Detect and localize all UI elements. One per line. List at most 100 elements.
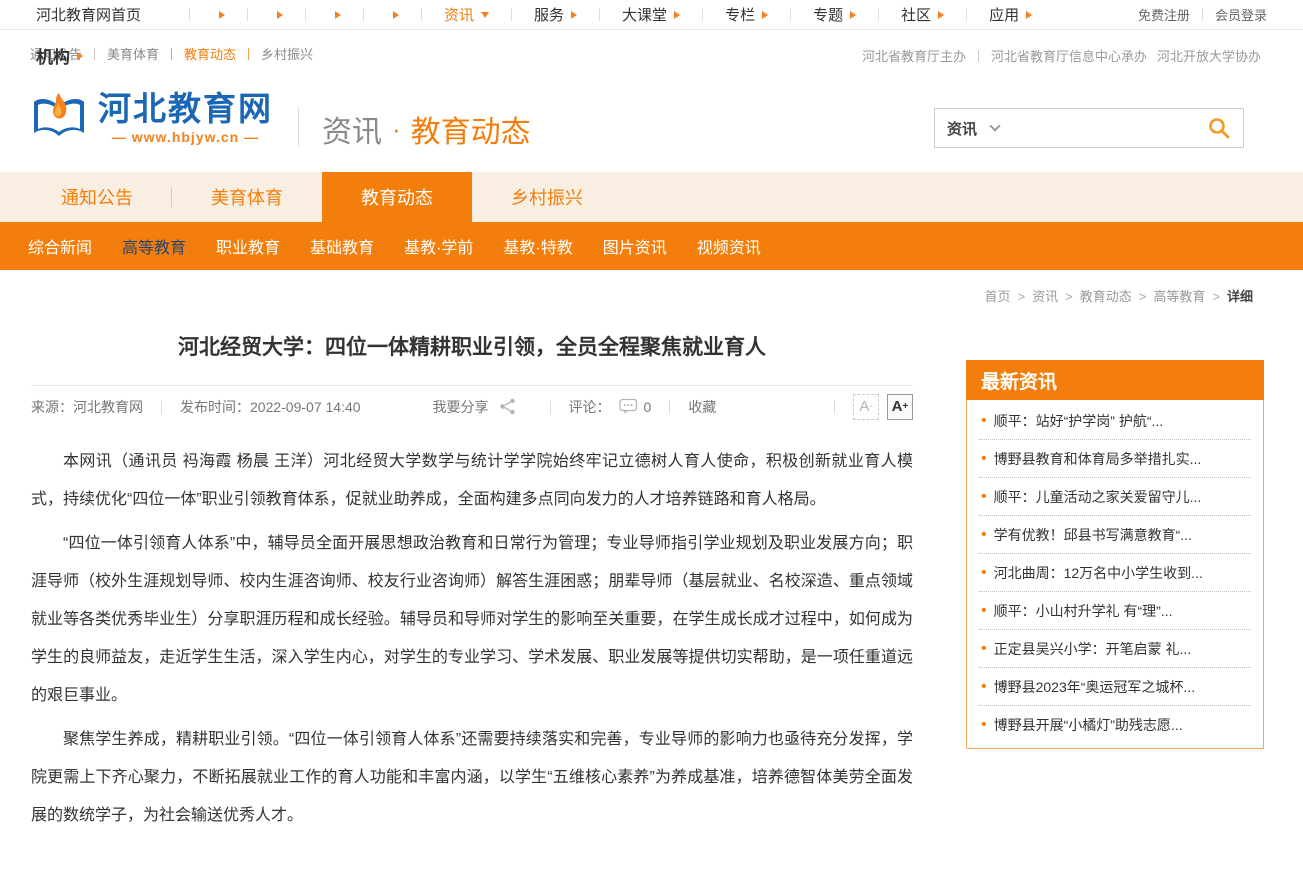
subbar-overlay-menu-jigou[interactable]: 机构 — [36, 43, 83, 68]
sidebar-news-item[interactable]: •博野县开展“小橘灯”助残志愿... — [979, 706, 1251, 744]
breadcrumb-jiaoyudongtai[interactable]: 教育动态 — [1080, 289, 1132, 304]
news-item-text: 学有优教！邱县书写满意教育“... — [994, 525, 1192, 545]
font-increase-button[interactable]: A+ — [887, 394, 913, 420]
subbar-link-meiyutiyu[interactable]: 美育体育 — [107, 44, 159, 63]
bullet-icon: • — [981, 488, 987, 506]
topbar-menu-empty-2[interactable] — [270, 11, 283, 19]
divider — [161, 400, 162, 414]
sidebar-news-item[interactable]: • 顺平：儿童活动之家关爱留守儿... — [979, 478, 1251, 516]
subnav-gaodengjiaoyu[interactable]: 高等教育 — [122, 234, 186, 258]
site-logo-icon — [30, 91, 88, 147]
search-button[interactable] — [1207, 116, 1231, 140]
article-title: 河北经贸大学：四位一体精耕职业引领，全员全程聚焦就业育人 — [31, 331, 913, 361]
news-item-text: 顺平：小山村升学礼 有“理”... — [994, 601, 1173, 621]
topbar-menu-zixun[interactable]: 资讯 — [444, 4, 489, 25]
host-text: 河北省教育厅信息中心承办 — [991, 46, 1147, 65]
article-meta-bar: 来源：河北教育网 发布时间：2022-09-07 14:40 我要分享 评论 — [31, 385, 913, 427]
news-item-text: 顺平：站好“护学岗” 护航“... — [994, 411, 1164, 431]
chevron-down-icon[interactable] — [989, 120, 1000, 131]
topbar-menu-label: 专题 — [813, 4, 843, 25]
site-header: 河北教育网 — www.hbjyw.cn — 资讯 · 教育动态 资讯 — [0, 75, 1303, 172]
subbar-link-jiaoyudongtai[interactable]: 教育动态 — [184, 44, 236, 63]
publish-time: 发布时间：2022-09-07 14:40 — [180, 397, 361, 417]
subnav-shipinzixun[interactable]: 视频资讯 — [697, 234, 761, 258]
comments-control[interactable]: 评论： 0 — [569, 397, 652, 417]
caret-right-icon — [571, 11, 577, 19]
bullet-icon: • — [981, 640, 987, 658]
topbar-menu-yingyong[interactable]: 应用 — [989, 4, 1032, 25]
divider — [599, 8, 600, 21]
category-tab-bar: 通知公告 美育体育 教育动态 乡村振兴 — [0, 172, 1303, 222]
news-item-text: 正定县吴兴小学：开笔启蒙 礼... — [994, 639, 1192, 659]
host-text: 河北省教育厅主办 — [862, 46, 966, 65]
divider — [966, 8, 967, 21]
login-link[interactable]: 会员登录 — [1215, 5, 1267, 24]
caret-right-icon — [1026, 11, 1032, 19]
topbar-menu-shequ[interactable]: 社区 — [901, 4, 944, 25]
caret-right-icon — [219, 11, 225, 19]
sidebar-title: 最新资讯 — [966, 360, 1264, 400]
share-button[interactable]: 我要分享 — [433, 397, 516, 417]
topbar-menu-zhuanlan[interactable]: 专栏 — [725, 4, 768, 25]
divider — [189, 8, 190, 21]
subbar-link-xiangcunzhenxing[interactable]: 乡村振兴 — [261, 44, 313, 63]
comment-label: 评论： — [569, 397, 611, 417]
sidebar-news-item[interactable]: •顺平：站好“护学岗” 护航“... — [979, 402, 1251, 440]
divider — [421, 8, 422, 21]
main-content: 首页>资讯>教育动态>高等教育>详细 河北经贸大学：四位一体精耕职业引领，全员全… — [0, 270, 1303, 835]
sidebar-news-item[interactable]: •河北曲周：12万名中小学生收到... — [979, 554, 1251, 592]
tab-tongzhigonggao[interactable]: 通知公告 — [22, 172, 172, 222]
sidebar-news-item[interactable]: • 正定县吴兴小学：开笔启蒙 礼... — [979, 630, 1251, 668]
caret-right-icon — [938, 11, 944, 19]
logo-url: — www.hbjyw.cn — — [98, 129, 273, 145]
news-item-text: 博野县教育和体育局多举措扎实... — [994, 449, 1202, 469]
news-item-text: 河北曲周：12万名中小学生收到... — [994, 563, 1203, 583]
breadcrumb-separator: > — [1139, 289, 1147, 304]
subsection-name: 教育动态 — [411, 107, 531, 151]
divider — [248, 48, 249, 60]
divider — [669, 400, 670, 414]
sidebar-news-item[interactable]: •顺平：小山村升学礼 有“理”... — [979, 592, 1251, 630]
breadcrumb-zixun[interactable]: 资讯 — [1032, 289, 1058, 304]
tab-xiangcunzhenxing[interactable]: 乡村振兴 — [472, 172, 622, 222]
divider — [978, 50, 979, 62]
topbar-menu-empty-1[interactable] — [212, 11, 225, 19]
news-item-text: 顺平：儿童活动之家关爱留守儿... — [994, 487, 1202, 507]
comment-count: 0 — [644, 399, 652, 415]
divider — [878, 8, 879, 21]
topbar-menu-zhuanti[interactable]: 专题 — [813, 4, 856, 25]
topbar-menu-fuwu[interactable]: 服务 — [534, 4, 577, 25]
search-category-select[interactable]: 资讯 — [947, 118, 977, 139]
subnav-jijiao-tejiao[interactable]: 基教·特教 — [503, 234, 572, 258]
breadcrumb-gaodengjiaoyu[interactable]: 高等教育 — [1153, 289, 1205, 304]
divider — [305, 8, 306, 21]
register-link[interactable]: 免费注册 — [1138, 5, 1190, 24]
search-icon — [1207, 116, 1231, 140]
subnav-tupianzixun[interactable]: 图片资讯 — [603, 234, 667, 258]
caret-down-icon — [481, 12, 489, 18]
tab-jiaoyudongtai[interactable]: 教育动态 — [322, 172, 472, 222]
bullet-icon: • — [981, 450, 987, 468]
font-decrease-button[interactable]: A- — [853, 394, 879, 420]
news-item-text: 博野县2023年“奥运冠军之城杯... — [994, 677, 1195, 697]
breadcrumb: 首页>资讯>教育动态>高等教育>详细 — [0, 270, 1303, 305]
sidebar-news-item[interactable]: • 博野县教育和体育局多举措扎实... — [979, 440, 1251, 478]
subnav-zongheixinwen[interactable]: 综合新闻 — [28, 234, 92, 258]
divider — [790, 8, 791, 21]
topbar-menu-daketang[interactable]: 大课堂 — [622, 4, 680, 25]
breadcrumb-home[interactable]: 首页 — [985, 289, 1011, 304]
topbar-menu-empty-3[interactable] — [328, 11, 341, 19]
subnav-zhiyejiaoyu[interactable]: 职业教育 — [216, 234, 280, 258]
subnav-jichujiaoyu[interactable]: 基础教育 — [310, 234, 374, 258]
favorite-button[interactable]: 收藏 — [688, 397, 716, 417]
site-logo[interactable]: 河北教育网 — www.hbjyw.cn — — [30, 91, 273, 147]
topbar-home-link[interactable]: 河北教育网首页 — [36, 4, 141, 25]
share-icon — [499, 398, 516, 415]
tab-meiyutiyu[interactable]: 美育体育 — [172, 172, 322, 222]
topbar-menu-label: 大课堂 — [622, 4, 667, 25]
topbar-menu-label: 服务 — [534, 4, 564, 25]
subnav-jijiao-xueqian[interactable]: 基教·学前 — [404, 234, 473, 258]
topbar-menu-empty-4[interactable] — [386, 11, 399, 19]
sidebar-news-item[interactable]: •博野县2023年“奥运冠军之城杯... — [979, 668, 1251, 706]
sidebar-news-item[interactable]: •学有优教！邱县书写满意教育“... — [979, 516, 1251, 554]
